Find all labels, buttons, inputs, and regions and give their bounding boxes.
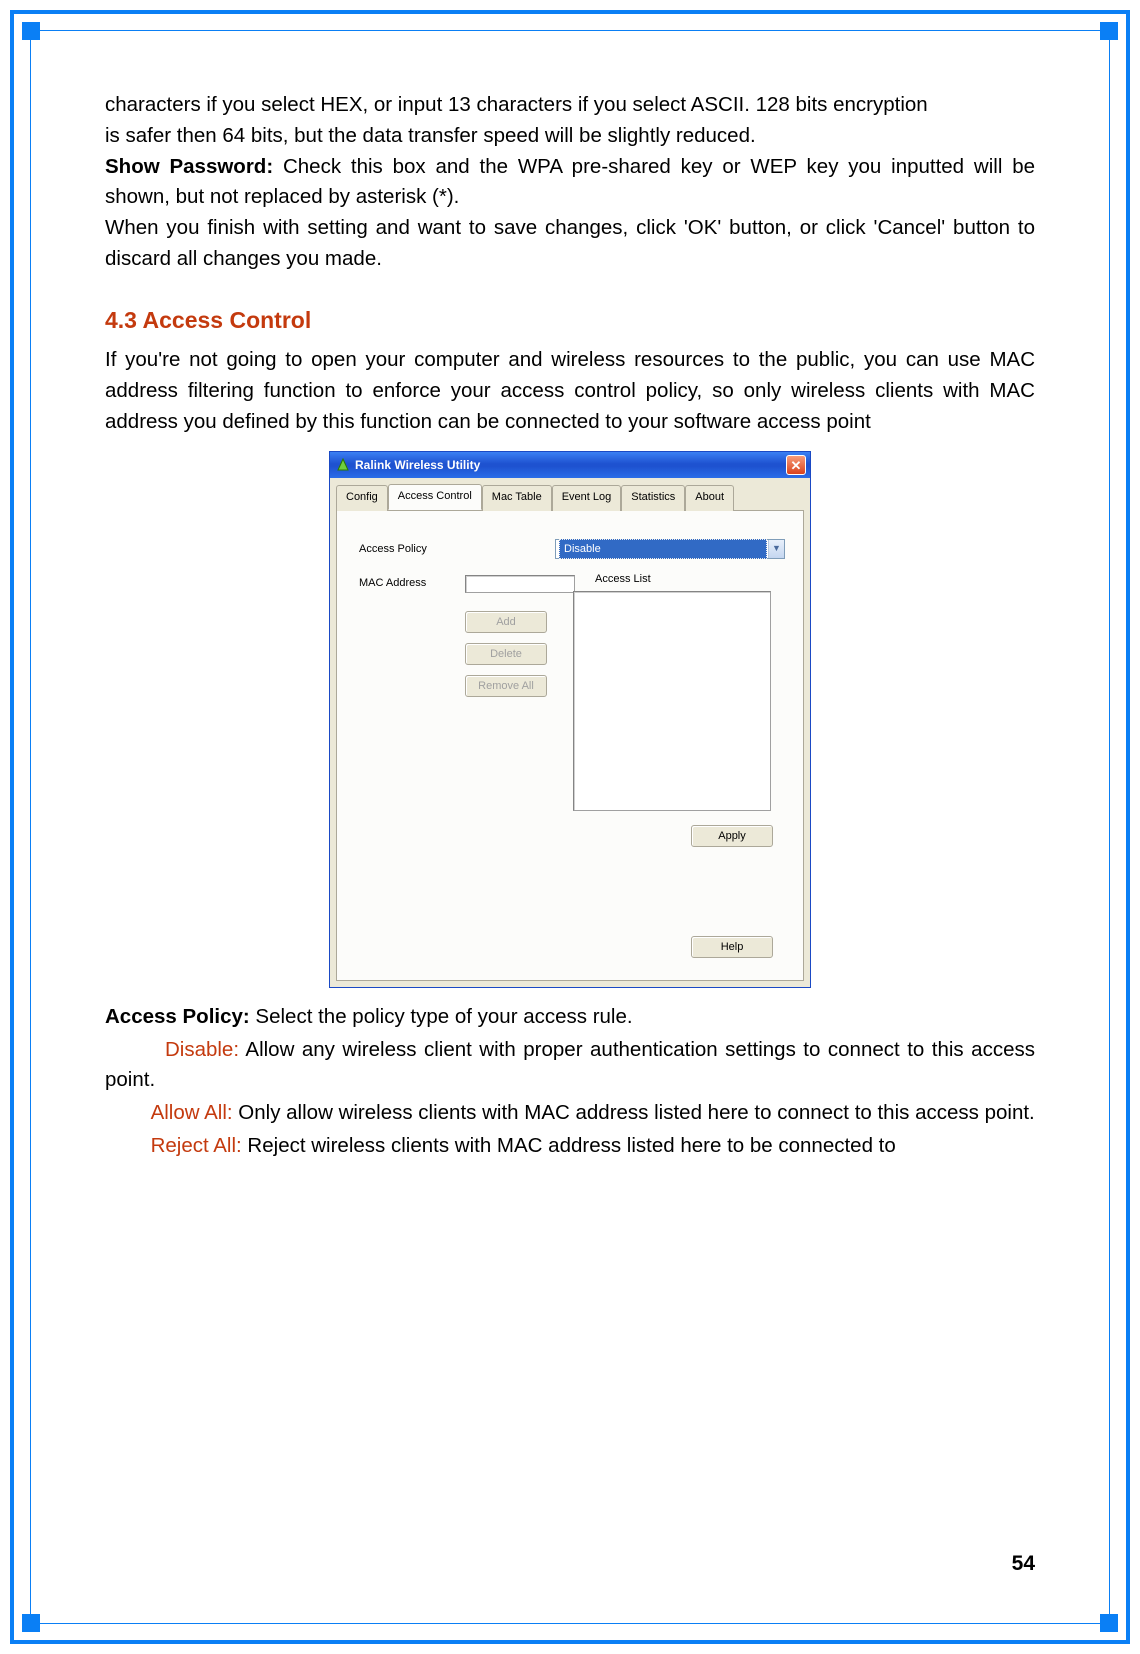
- tab-strip: Config Access Control Mac Table Event Lo…: [336, 484, 804, 511]
- tabs-container: Config Access Control Mac Table Event Lo…: [330, 478, 810, 987]
- section-heading: 4.3 Access Control: [105, 303, 1035, 338]
- paragraph: If you're not going to open your compute…: [105, 345, 1035, 437]
- mac-address-label: MAC Address: [359, 575, 455, 592]
- paragraph: When you finish with setting and want to…: [105, 213, 1035, 275]
- close-icon: ✕: [791, 456, 802, 476]
- page-number: 54: [1012, 1552, 1035, 1576]
- mac-address-input[interactable]: [465, 575, 575, 593]
- access-list-label: Access List: [595, 571, 651, 588]
- paragraph: is safer then 64 bits, but the data tran…: [105, 121, 1035, 152]
- tab-panel: Access Policy Disable ▼ MAC Address Add …: [336, 511, 804, 981]
- access-policy-dropdown[interactable]: Disable ▼: [555, 539, 785, 559]
- close-button[interactable]: ✕: [786, 455, 806, 475]
- allow-all-label: Allow All:: [151, 1101, 233, 1124]
- ralink-utility-window: Ralink Wireless Utility ✕ Config Access …: [329, 451, 811, 988]
- chevron-down-icon[interactable]: ▼: [768, 540, 784, 558]
- app-icon: [336, 458, 350, 472]
- disable-label: Disable:: [165, 1038, 239, 1061]
- policy-disable-line: Disable: Allow any wireless client with …: [105, 1035, 1035, 1097]
- page-content: characters if you select HEX, or input 1…: [105, 90, 1035, 1162]
- delete-button[interactable]: Delete: [465, 643, 547, 665]
- paragraph: Show Password: Check this box and the WP…: [105, 152, 1035, 214]
- access-list-box[interactable]: [573, 591, 771, 811]
- tab-access-control[interactable]: Access Control: [388, 484, 482, 510]
- access-policy-row: Access Policy Disable ▼: [359, 539, 785, 559]
- paragraph: Access Policy: Select the policy type of…: [105, 1002, 1035, 1033]
- window-titlebar[interactable]: Ralink Wireless Utility ✕: [330, 452, 810, 478]
- policy-reject-line: Reject All: Reject wireless clients with…: [105, 1131, 1035, 1162]
- disable-text: Allow any wireless client with proper au…: [105, 1038, 1035, 1092]
- tab-about[interactable]: About: [685, 485, 734, 511]
- dropdown-selected: Disable: [559, 539, 767, 560]
- window-title: Ralink Wireless Utility: [355, 456, 480, 474]
- paragraph-text: Select the policy type of your access ru…: [250, 1005, 633, 1028]
- show-password-label: Show Password:: [105, 155, 273, 178]
- tab-statistics[interactable]: Statistics: [621, 485, 685, 511]
- add-button[interactable]: Add: [465, 611, 547, 633]
- tab-mac-table[interactable]: Mac Table: [482, 485, 552, 511]
- paragraph: characters if you select HEX, or input 1…: [105, 90, 1035, 121]
- allow-all-text: Only allow wireless clients with MAC add…: [233, 1101, 1035, 1124]
- remove-all-button[interactable]: Remove All: [465, 675, 547, 697]
- help-button[interactable]: Help: [691, 936, 773, 958]
- access-policy-label: Access Policy: [359, 541, 455, 558]
- access-policy-desc-label: Access Policy:: [105, 1005, 250, 1028]
- policy-allow-line: Allow All: Only allow wireless clients w…: [105, 1098, 1035, 1129]
- tab-config[interactable]: Config: [336, 485, 388, 511]
- apply-button[interactable]: Apply: [691, 825, 773, 847]
- reject-all-label: Reject All:: [151, 1134, 242, 1157]
- tab-event-log[interactable]: Event Log: [552, 485, 622, 511]
- reject-all-text: Reject wireless clients with MAC address…: [242, 1134, 896, 1157]
